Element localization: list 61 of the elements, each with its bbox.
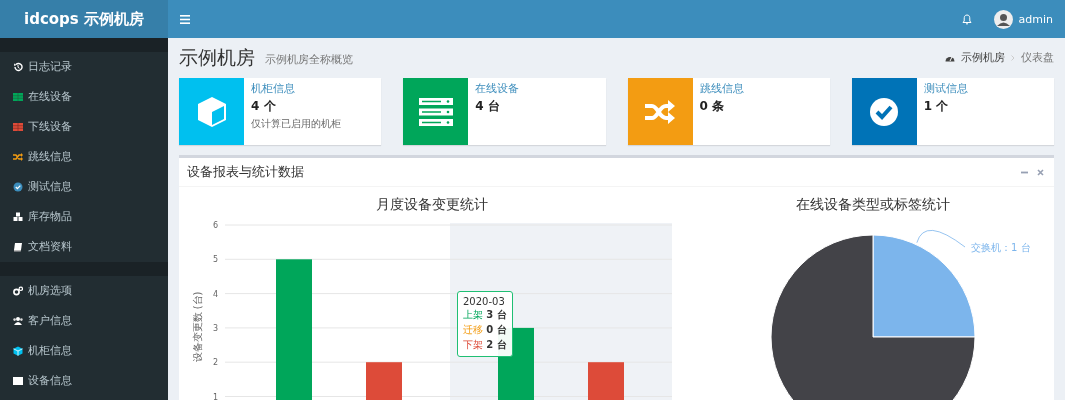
sidebar-item[interactable]: 跳线信息	[0, 142, 168, 172]
bell-icon[interactable]	[961, 13, 972, 25]
info-box-value: 1 个	[923, 98, 949, 115]
avatar-icon[interactable]	[993, 9, 1013, 29]
cogs-icon	[13, 286, 23, 296]
leader-line	[916, 230, 966, 248]
y-tick-label: 1	[212, 392, 218, 400]
sidebar-item[interactable]: 下线设备	[0, 112, 168, 142]
cube-icon	[13, 346, 23, 356]
tooltip-row: 迁移 0 台	[463, 323, 507, 337]
sidebar-item[interactable]: 文档资料	[0, 232, 168, 262]
sidebar-item[interactable]: 机房选项	[0, 276, 168, 306]
sidebar-item[interactable]: 机柜信息	[0, 336, 168, 366]
cube-icon	[195, 94, 228, 129]
info-box-title[interactable]: 机柜信息	[251, 82, 295, 96]
sidebar-item[interactable]: 在线设备	[0, 82, 168, 112]
page-subtitle: 示例机房全称概览	[265, 53, 353, 67]
y-tick-label: 6	[212, 221, 218, 230]
logo[interactable]: idcops 示例机房	[0, 0, 168, 38]
chevron-icon	[1011, 55, 1015, 61]
sidebar-item[interactable]: 客户信息	[0, 306, 168, 336]
tooltip-row: 上架 3 台	[463, 308, 507, 322]
breadcrumb-item[interactable]: 示例机房	[961, 51, 1005, 65]
info-box-value: 4 个	[251, 98, 276, 115]
info-box-title[interactable]: 测试信息	[923, 82, 968, 96]
info-box-title[interactable]: 在线设备	[475, 82, 520, 96]
info-box-description: 仅计算已启用的机柜	[251, 117, 341, 131]
y-tick-label: 4	[212, 289, 218, 299]
menu-icon[interactable]	[180, 14, 190, 24]
sidebar-item[interactable]: 测试信息	[0, 172, 168, 202]
table-icon	[13, 122, 23, 132]
sidebar-item[interactable]: 日志记录	[0, 52, 168, 82]
book-icon	[13, 242, 23, 252]
chart-title: 在线设备类型或标签统计	[796, 196, 950, 212]
tooltip-row: 下架 2 台	[463, 338, 507, 352]
page-title: 示例机房	[179, 45, 255, 70]
shuffle-icon	[13, 152, 23, 162]
users-icon	[13, 316, 23, 326]
table-icon	[13, 92, 23, 102]
check-icon	[13, 182, 23, 192]
chart-title: 月度设备变更统计	[376, 196, 488, 212]
y-tick-label: 2	[212, 358, 218, 368]
info-box-value: 0 条	[699, 98, 725, 115]
panel-title: 设备报表与统计数据	[187, 163, 304, 181]
info-box-value: 4 台	[475, 98, 500, 115]
y-tick-label: 3	[212, 323, 218, 333]
dashboard-icon	[945, 54, 955, 62]
sidebar-item[interactable]: 设备信息	[0, 366, 168, 396]
breadcrumb-item: 仪表盘	[1021, 51, 1054, 65]
user-name[interactable]: admin	[1018, 12, 1053, 26]
sidebar-item[interactable]: 库存物品	[0, 202, 168, 232]
history-icon	[13, 62, 23, 72]
info-box-title[interactable]: 跳线信息	[699, 82, 744, 96]
slice-label: 交换机：1 台	[971, 242, 1031, 253]
close-icon[interactable]	[1037, 168, 1044, 176]
shuffle-icon	[644, 97, 676, 126]
tooltip-title: 2020-03	[463, 296, 506, 307]
y-axis-label: 设备变更数 (台)	[192, 291, 203, 363]
y-tick-label: 5	[212, 255, 218, 265]
cubes-icon	[13, 212, 23, 222]
check-circle-icon	[869, 96, 900, 127]
